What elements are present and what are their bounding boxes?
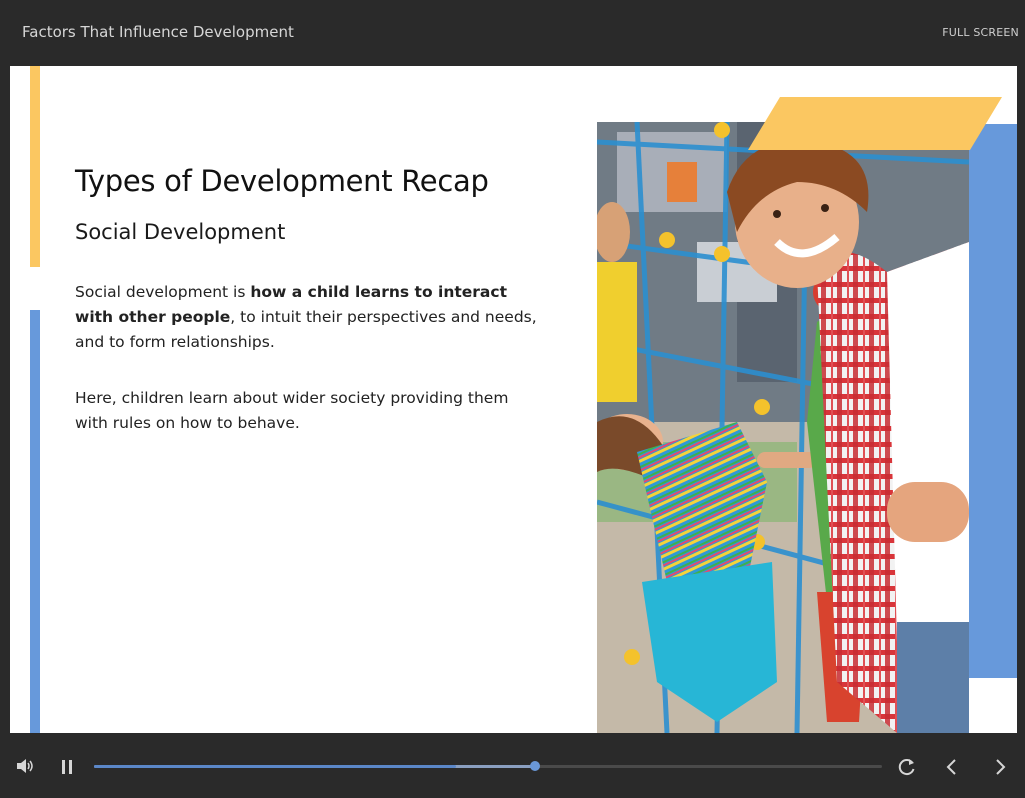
volume-icon (17, 759, 33, 773)
accent-block-blue (968, 124, 1017, 678)
top-bar: Factors That Influence Development FULL … (0, 0, 1025, 66)
next-button[interactable] (990, 757, 1010, 782)
slide: Types of Development Recap Social Develo… (10, 66, 1017, 733)
paragraph-social-development: Social development is how a child learns… (75, 280, 545, 355)
pause-icon (62, 760, 72, 774)
accent-bar-blue (30, 310, 40, 733)
paragraph-wider-society: Here, children learn about wider society… (75, 389, 509, 432)
seek-handle[interactable] (530, 761, 541, 771)
slide-heading: Types of Development Recap (75, 164, 489, 198)
chevron-left-icon (946, 759, 956, 775)
replay-icon (898, 759, 915, 776)
chevron-right-icon (996, 759, 1006, 775)
player-controls (0, 733, 1025, 798)
paragraph-text: Social development is (75, 283, 251, 301)
accent-bar-yellow (30, 66, 40, 267)
previous-button[interactable] (942, 757, 962, 782)
children-photo (597, 122, 969, 733)
accent-parallelogram-yellow (748, 97, 1002, 150)
children-photo-illustration (597, 122, 969, 733)
full-screen-button[interactable]: FULL SCREEN (942, 26, 1019, 39)
seek-bar[interactable] (94, 761, 882, 771)
course-title: Factors That Influence Development (22, 23, 294, 41)
pause-button[interactable] (60, 759, 74, 780)
seek-played (94, 765, 457, 768)
volume-button[interactable] (15, 757, 35, 780)
slide-subheading: Social Development (75, 220, 286, 244)
replay-button[interactable] (897, 757, 917, 782)
